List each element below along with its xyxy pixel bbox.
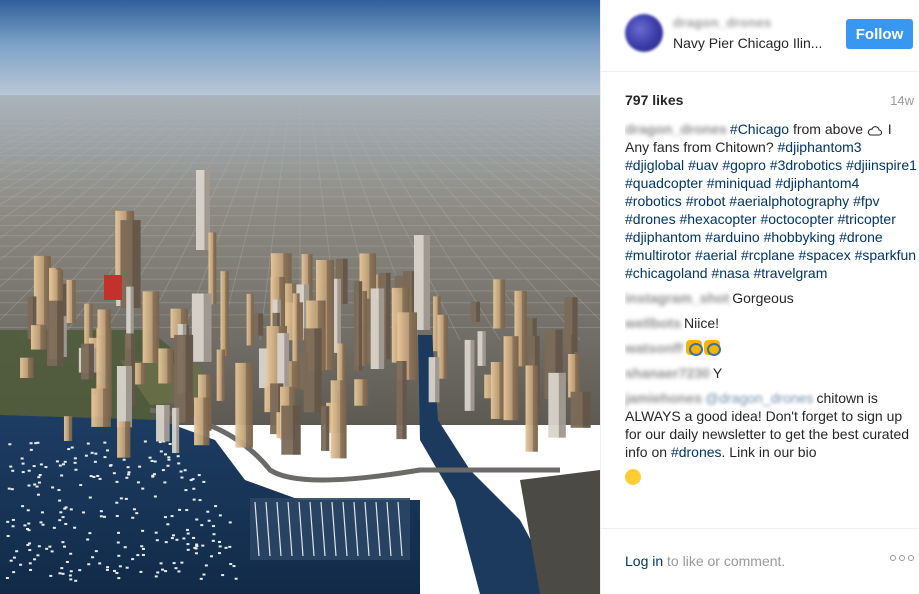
hashtag-link[interactable]: #nasa	[711, 265, 749, 281]
comments-list[interactable]: dragon_drones #Chicago from above I Any f…	[625, 120, 917, 524]
hashtag-link[interactable]: #multirotor	[625, 247, 691, 263]
comment-item	[625, 468, 917, 486]
smiley-emoji	[625, 469, 641, 485]
hashtag-link[interactable]: #aerial	[695, 247, 737, 263]
hashtag-link[interactable]: #robot	[686, 193, 726, 209]
hashtag-link[interactable]: #rcplane	[741, 247, 795, 263]
likes-row: 797 likes 14w	[625, 92, 919, 112]
comment-text: Gorgeous	[732, 290, 794, 306]
cloud-icon	[867, 126, 882, 136]
hashtag-link[interactable]: #tricopter	[838, 211, 896, 227]
hashtag-link[interactable]: #miniquad	[707, 175, 772, 191]
ellipsis-icon[interactable]	[890, 555, 914, 561]
hashtag-link[interactable]: #djiphantom4	[775, 175, 859, 191]
comment-item: wellbots Niice!	[625, 314, 917, 332]
comment-item: jamiehones @dragon_drones chitown is ALWAY…	[625, 389, 917, 461]
comment-author[interactable]: jamiehones	[625, 390, 702, 406]
caption-text: from above	[789, 121, 867, 137]
hashtag-link[interactable]: #aerialphotography	[729, 193, 849, 209]
hashtag-link[interactable]: #djiinspire1	[846, 157, 917, 173]
hashtag-link[interactable]: #hexacopter	[679, 211, 756, 227]
post-age[interactable]: 14w	[890, 93, 914, 108]
post-photo[interactable]	[0, 0, 600, 594]
hashtag-link[interactable]: #sparkfun	[855, 247, 916, 263]
hashtag-link[interactable]: #hobbyking	[764, 229, 836, 245]
hashtag-link[interactable]: #robotics	[625, 193, 682, 209]
header-username[interactable]: dragon_drones	[673, 15, 772, 30]
hashtag-link[interactable]: #drones	[625, 211, 676, 227]
hashtag-link[interactable]: #gopro	[722, 157, 766, 173]
hashtag-link[interactable]: #Chicago	[730, 121, 789, 137]
clapping-hands-emoji	[685, 340, 703, 356]
comment-author[interactable]: shanaer7230	[625, 365, 710, 381]
comment-text: . Link in our bio	[721, 444, 817, 460]
hashtag-link[interactable]: #djiphantom3	[778, 139, 862, 155]
instagram-post: dragon_drones Navy Pier Chicago Ilin... …	[0, 0, 919, 594]
chicago-aerial-image	[0, 0, 600, 594]
hashtag-link[interactable]: #drones	[671, 444, 722, 460]
comment-author[interactable]: watsonff	[625, 340, 683, 356]
hashtag-link[interactable]: #uav	[688, 157, 718, 173]
comment-item: shanaer7230 Y	[625, 364, 917, 382]
comment-author[interactable]: instagram_shot	[625, 290, 729, 306]
comment-item: instagram_shot Gorgeous	[625, 289, 917, 307]
post-header: dragon_drones Navy Pier Chicago Ilin... …	[601, 0, 919, 72]
mention-link[interactable]: @dragon_drones	[705, 390, 813, 406]
hashtag-link[interactable]: #quadcopter	[625, 175, 703, 191]
login-prompt-text: to like or comment.	[663, 553, 786, 569]
hashtag-link[interactable]: #fpv	[853, 193, 879, 209]
hashtag-link[interactable]: #arduino	[705, 229, 760, 245]
comment-text: Niice!	[684, 315, 720, 331]
comment-text: Y	[712, 365, 723, 381]
clapping-hands-emoji	[703, 340, 721, 356]
hashtag-link[interactable]: #octocopter	[760, 211, 833, 227]
hashtag-link[interactable]: #3drobotics	[770, 157, 842, 173]
login-prompt: Log in to like or comment.	[625, 553, 785, 569]
login-link[interactable]: Log in	[625, 553, 663, 569]
hashtag-link[interactable]: #drone	[839, 229, 883, 245]
comment-author[interactable]: dragon_drones	[625, 121, 727, 137]
likes-count[interactable]: 797 likes	[625, 92, 683, 108]
location-link[interactable]: Navy Pier Chicago Ilin...	[673, 35, 822, 51]
hashtag-link[interactable]: #djiglobal	[625, 157, 684, 173]
avatar[interactable]	[625, 14, 663, 52]
hashtag-link[interactable]: #djiphantom	[625, 229, 701, 245]
comment-author[interactable]: wellbots	[625, 315, 681, 331]
hashtag-link[interactable]: #spacex	[799, 247, 851, 263]
hashtag-link[interactable]: #travelgram	[753, 265, 827, 281]
post-sidebar: dragon_drones Navy Pier Chicago Ilin... …	[600, 0, 919, 594]
caption: dragon_drones #Chicago from above I Any f…	[625, 120, 917, 282]
hashtag-link[interactable]: #chicagoland	[625, 265, 708, 281]
post-footer: Log in to like or comment.	[601, 528, 919, 594]
follow-button[interactable]: Follow	[846, 19, 913, 49]
comment-item: watsonff	[625, 339, 917, 357]
